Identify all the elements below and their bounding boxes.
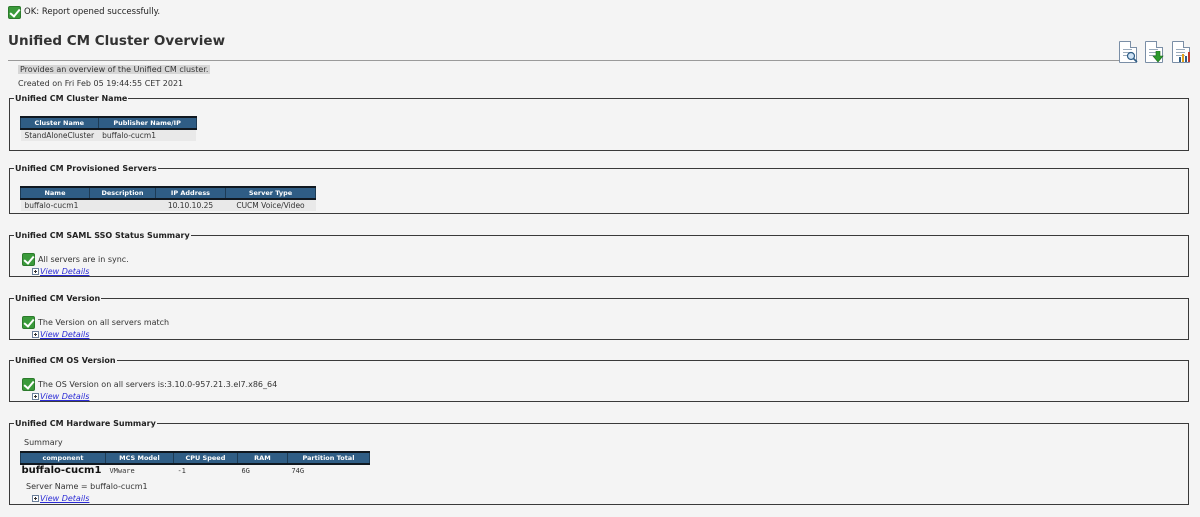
success-check-icon	[22, 378, 35, 391]
view-details-link[interactable]: View Details	[40, 392, 89, 401]
cluster-name-section: Unified CM Cluster Name Cluster Name Pub…	[9, 94, 1189, 151]
provisioned-servers-table: Name Description IP Address Server Type …	[20, 186, 316, 211]
expand-icon[interactable]	[32, 268, 39, 275]
provisioned-servers-section: Unified CM Provisioned Servers Name Desc…	[9, 164, 1189, 214]
page-title: Unified CM Cluster Overview	[8, 33, 226, 49]
chart-report-icon[interactable]	[1172, 41, 1190, 63]
table-cell: 10.10.10.25	[155, 199, 226, 211]
created-timestamp: Created on Fri Feb 05 19:44:55 CET 2021	[18, 79, 184, 88]
report-description: Provides an overview of the Unified CM c…	[18, 65, 211, 74]
view-details[interactable]: View Details	[32, 392, 89, 401]
column-header: Name	[20, 186, 90, 200]
section-legend: Unified CM Provisioned Servers	[15, 164, 157, 173]
table-row: buffalo-cucm1 10.10.10.25 CUCM Voice/Vid…	[20, 199, 316, 211]
status-text: The OS Version on all servers is:3.10.0-…	[38, 380, 278, 389]
saml-status: All servers are in sync.	[22, 253, 129, 266]
column-header: RAM	[236, 451, 288, 465]
section-legend: Unified CM Cluster Name	[15, 94, 128, 103]
table-cell: 74G	[287, 464, 370, 476]
status-text: OK: Report opened successfully.	[24, 7, 161, 17]
column-header: CPU Speed	[172, 451, 238, 465]
success-check-icon	[22, 316, 35, 329]
server-name: Server Name = buffalo-cucm1	[26, 482, 148, 491]
section-legend: Unified CM Version	[15, 294, 101, 303]
status-text: All servers are in sync.	[38, 255, 129, 264]
table-cell: 6G	[237, 464, 288, 476]
version-section: Unified CM Version The Version on all se…	[9, 294, 1189, 340]
hardware-table: component MCS Model CPU Speed RAM Partit…	[20, 451, 370, 476]
host-name: buffalo-cucm1	[20, 464, 106, 476]
title-divider	[8, 60, 1120, 61]
view-report-icon[interactable]	[1119, 41, 1138, 63]
table-row: StandAloneCluster buffalo-cucm1	[20, 129, 197, 141]
column-header: Server Type	[225, 186, 316, 200]
table-cell: buffalo-cucm1	[20, 199, 90, 211]
version-status: The Version on all servers match	[22, 316, 169, 329]
column-header: Partition Total	[286, 451, 370, 465]
section-legend: Unified CM SAML SSO Status Summary	[15, 231, 190, 240]
table-cell: VMware	[105, 464, 174, 476]
download-report-icon[interactable]	[1145, 41, 1164, 63]
view-details-link[interactable]: View Details	[40, 494, 89, 503]
table-cell	[89, 199, 156, 211]
os-version-section: Unified CM OS Version The OS Version on …	[9, 356, 1189, 402]
hardware-summary-section: Unified CM Hardware Summary Summary comp…	[9, 419, 1189, 505]
table-cell: StandAloneCluster	[20, 129, 99, 141]
column-header: MCS Model	[104, 451, 174, 465]
section-legend: Unified CM Hardware Summary	[15, 419, 156, 428]
summary-label: Summary	[24, 438, 63, 447]
column-header: Description	[89, 186, 156, 200]
column-header: component	[20, 451, 106, 465]
view-details[interactable]: View Details	[32, 267, 89, 276]
view-details-link[interactable]: View Details	[40, 330, 89, 339]
column-header: Cluster Name	[20, 116, 99, 130]
expand-icon[interactable]	[32, 331, 39, 338]
section-legend: Unified CM OS Version	[15, 356, 116, 365]
status-message: OK: Report opened successfully.	[8, 5, 160, 19]
table-cell: buffalo-cucm1	[98, 129, 197, 141]
column-header: IP Address	[155, 186, 226, 200]
view-details[interactable]: View Details	[32, 494, 89, 503]
success-check-icon	[22, 253, 35, 266]
saml-sso-section: Unified CM SAML SSO Status Summary All s…	[9, 231, 1189, 277]
expand-icon[interactable]	[32, 495, 39, 502]
cluster-name-table: Cluster Name Publisher Name/IP StandAlon…	[20, 116, 197, 141]
os-version-status: The OS Version on all servers is:3.10.0-…	[22, 378, 277, 391]
expand-icon[interactable]	[32, 393, 39, 400]
table-row: buffalo-cucm1 VMware -1 6G 74G	[20, 464, 370, 476]
column-header: Publisher Name/IP	[97, 116, 197, 130]
status-text: The Version on all servers match	[38, 318, 170, 327]
table-cell: -1	[173, 464, 238, 476]
success-check-icon	[8, 5, 21, 19]
view-details[interactable]: View Details	[32, 330, 89, 339]
view-details-link[interactable]: View Details	[40, 267, 89, 276]
table-cell: CUCM Voice/Video	[225, 199, 316, 211]
